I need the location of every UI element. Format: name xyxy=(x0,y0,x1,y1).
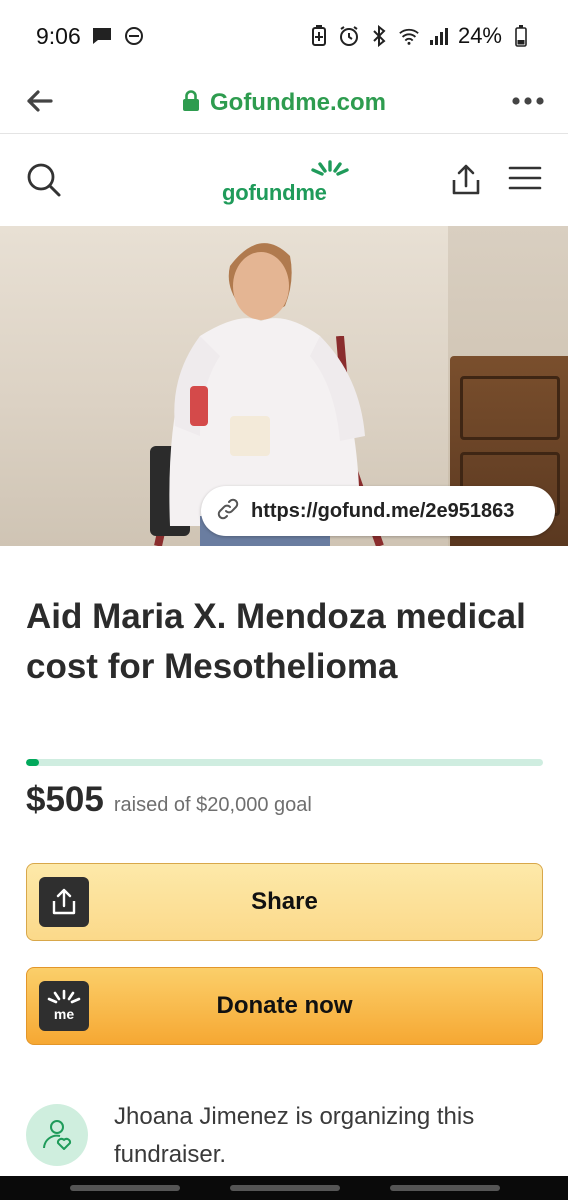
link-icon xyxy=(217,498,239,525)
logo-burst-icon xyxy=(311,160,349,176)
system-nav-bar xyxy=(0,1176,568,1200)
raised-summary: $505 raised of $20,000 goal xyxy=(26,780,312,820)
logo-text: gofundme xyxy=(222,180,327,205)
nav-back-handle[interactable] xyxy=(390,1185,500,1191)
share-icon xyxy=(39,877,89,927)
progress-bar xyxy=(26,759,543,766)
more-icon[interactable] xyxy=(510,86,546,116)
lock-icon xyxy=(182,89,200,117)
signal-icon xyxy=(428,25,450,47)
url-text[interactable]: Gofundme.com xyxy=(210,89,386,117)
short-link-text: https://gofund.me/2e951863 xyxy=(251,499,515,522)
alarm-icon xyxy=(338,25,360,47)
gofundme-logo[interactable]: gofundme xyxy=(222,160,349,206)
organizer-text: Jhoana Jimenez is organizing this fundra… xyxy=(114,1103,475,1168)
wifi-icon xyxy=(398,25,420,47)
share-button[interactable]: Share xyxy=(26,863,543,941)
donate-button-label: Donate now xyxy=(216,992,353,1019)
url-bar: Gofundme.com xyxy=(0,72,568,134)
site-header: gofundme xyxy=(0,134,568,226)
short-link-pill[interactable]: https://gofund.me/2e951863 xyxy=(201,486,555,536)
battery-percent: 24% xyxy=(457,23,502,48)
raised-amount: $505 xyxy=(26,780,104,819)
share-button-label: Share xyxy=(251,888,318,915)
bluetooth-icon xyxy=(368,25,390,47)
organizer-heart-icon xyxy=(26,1104,88,1166)
battery-saver-icon xyxy=(308,25,330,47)
campaign-title: Aid Maria X. Mendoza medical cost for Me… xyxy=(26,597,526,686)
progress-fill xyxy=(26,759,39,766)
menu-icon[interactable] xyxy=(508,164,542,192)
chat-bubble-icon xyxy=(91,25,113,47)
nav-recent-handle[interactable] xyxy=(70,1185,180,1191)
status-time: 9:06 xyxy=(36,22,81,49)
gofundme-me-icon: me xyxy=(39,981,89,1031)
dnd-icon xyxy=(123,25,145,47)
share-icon[interactable] xyxy=(448,162,484,198)
nav-home-handle[interactable] xyxy=(230,1185,340,1191)
donate-icon-text: me xyxy=(54,1006,74,1022)
battery-icon xyxy=(510,25,532,47)
browser-bar: Gofundme.com xyxy=(0,72,568,134)
status-bar: 9:06 24% xyxy=(0,0,568,72)
donate-button[interactable]: me Donate now xyxy=(26,967,543,1045)
search-icon[interactable] xyxy=(26,162,62,198)
goal-text: raised of $20,000 goal xyxy=(113,794,312,816)
back-arrow-icon[interactable] xyxy=(22,84,56,118)
